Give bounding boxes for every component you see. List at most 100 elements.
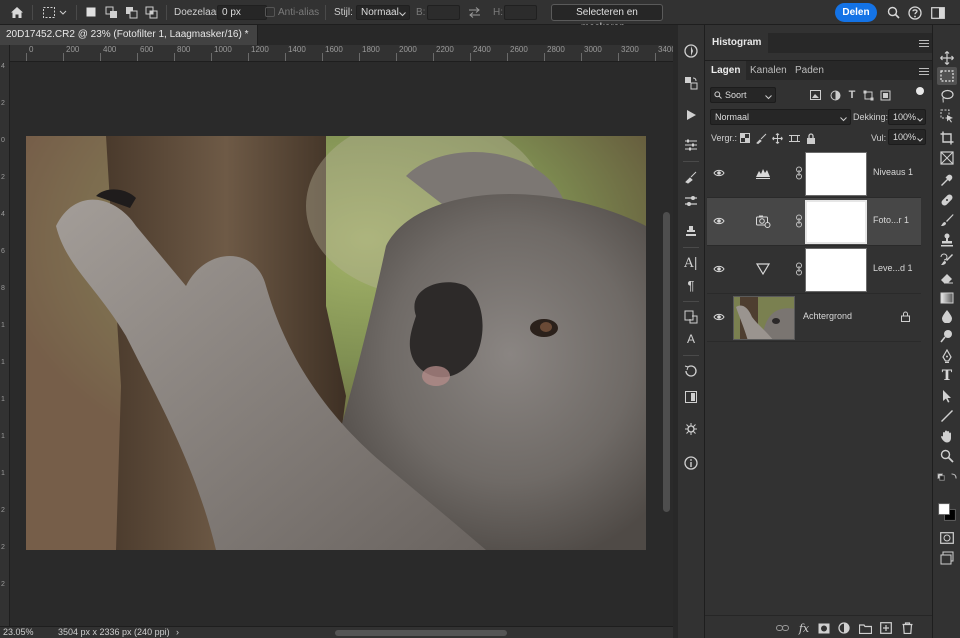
pen-tool-icon[interactable]: [937, 347, 957, 365]
layer-row-background[interactable]: Achtergrond: [707, 294, 921, 342]
paragraph-icon[interactable]: ¶: [681, 275, 701, 295]
screen-mode-icon[interactable]: [937, 549, 957, 567]
document-tab[interactable]: 20D17452.CR2 @ 23% (Fotofilter 1, Laagma…: [0, 25, 258, 45]
layer-row-levels[interactable]: Niveaus 1: [707, 150, 921, 198]
add-mask-icon[interactable]: [817, 621, 831, 635]
filter-adjustment-icon[interactable]: [829, 89, 841, 101]
crop-tool-icon[interactable]: [937, 129, 957, 147]
share-button[interactable]: Delen: [835, 3, 877, 22]
rectangular-marquee-tool-icon[interactable]: [937, 67, 957, 85]
filter-pixel-icon[interactable]: [809, 89, 821, 101]
info-icon[interactable]: [681, 453, 701, 473]
filter-type-icon[interactable]: T: [846, 89, 858, 101]
panel-menu-icon[interactable]: [919, 40, 929, 48]
tab-channels[interactable]: Kanalen: [744, 61, 793, 81]
mask-link-icon[interactable]: [795, 213, 803, 229]
search-icon[interactable]: [884, 4, 902, 21]
visibility-eye-icon[interactable]: [713, 311, 725, 323]
filter-toggle-icon[interactable]: [916, 87, 924, 95]
visibility-eye-icon[interactable]: [713, 167, 725, 179]
object-selection-tool-icon[interactable]: [937, 107, 957, 125]
3d-icon[interactable]: [681, 419, 701, 439]
gradient-tool-icon[interactable]: [937, 289, 957, 307]
lock-pixels-icon[interactable]: [755, 132, 767, 144]
feather-input[interactable]: 0 px: [217, 5, 267, 20]
new-group-icon[interactable]: [858, 621, 872, 635]
line-tool-icon[interactable]: [937, 407, 957, 425]
status-arrow-icon[interactable]: ›: [176, 627, 179, 637]
koala-photo[interactable]: [26, 136, 646, 550]
home-icon[interactable]: [8, 4, 26, 21]
history-brush-tool-icon[interactable]: [937, 251, 957, 269]
path-selection-tool-icon[interactable]: [937, 387, 957, 405]
visibility-eye-icon[interactable]: [713, 263, 725, 275]
style-select[interactable]: Normaal: [356, 5, 410, 20]
clone-stamp-tool-icon[interactable]: [937, 231, 957, 249]
delete-layer-icon[interactable]: [900, 621, 914, 635]
filter-shape-icon[interactable]: [862, 89, 874, 101]
help-icon[interactable]: [906, 4, 924, 21]
eraser-tool-icon[interactable]: [937, 269, 957, 287]
intersect-selection-icon[interactable]: [144, 5, 158, 19]
glyphs-icon[interactable]: [681, 387, 701, 407]
fill-input[interactable]: 100%: [888, 129, 926, 145]
fx-icon[interactable]: fx: [797, 621, 811, 635]
blur-tool-icon[interactable]: [937, 307, 957, 325]
layer-thumbnail[interactable]: [733, 296, 795, 340]
history-icon[interactable]: [681, 361, 701, 381]
hand-tool-icon[interactable]: [937, 427, 957, 445]
lock-icon[interactable]: [901, 311, 911, 323]
swap-dimensions-icon[interactable]: [467, 5, 481, 19]
new-layer-icon[interactable]: [879, 621, 893, 635]
visibility-eye-icon[interactable]: [713, 215, 725, 227]
lock-transparent-icon[interactable]: [739, 132, 751, 144]
lasso-tool-icon[interactable]: [937, 87, 957, 105]
eyedropper-tool-icon[interactable]: [937, 171, 957, 189]
layer-mask-thumbnail[interactable]: [805, 200, 867, 244]
new-adjustment-icon[interactable]: [837, 621, 851, 635]
layer-mask-thumbnail[interactable]: [805, 152, 867, 196]
lock-all-icon[interactable]: [805, 132, 817, 144]
layer-name[interactable]: Achtergrond: [803, 311, 852, 321]
healing-brush-tool-icon[interactable]: [937, 191, 957, 209]
move-tool-icon[interactable]: [937, 49, 957, 67]
layer-row-photo-filter[interactable]: Foto...r 1: [707, 198, 921, 246]
clone-source-icon[interactable]: [681, 221, 701, 241]
antialias-checkbox[interactable]: [265, 7, 275, 17]
layer-name[interactable]: Niveaus 1: [873, 167, 913, 177]
frame-tool-icon[interactable]: [937, 149, 957, 167]
layer-mask-thumbnail[interactable]: [805, 248, 867, 292]
dodge-tool-icon[interactable]: [937, 327, 957, 345]
character-styles-icon[interactable]: A: [681, 329, 701, 349]
layer-name[interactable]: Leve...d 1: [873, 263, 913, 273]
marquee-tool-preset-icon[interactable]: [40, 4, 70, 21]
opacity-input[interactable]: 100%: [888, 109, 926, 125]
play-action-icon[interactable]: [681, 105, 701, 125]
workspace-icon[interactable]: [929, 4, 947, 21]
lock-position-icon[interactable]: [771, 132, 783, 144]
vertical-scrollbar-thumb[interactable]: [663, 212, 670, 512]
paragraph-styles-icon[interactable]: [681, 307, 701, 327]
panel-menu-icon[interactable]: [919, 68, 929, 76]
zoom-level[interactable]: 23.05%: [3, 627, 34, 637]
link-layers-icon[interactable]: [775, 621, 789, 635]
width-input[interactable]: [427, 5, 460, 20]
color-swatches-icon[interactable]: [937, 471, 957, 495]
foreground-background-color-icon[interactable]: [937, 499, 957, 525]
type-tool-icon[interactable]: T: [937, 367, 957, 385]
zoom-tool-icon[interactable]: [937, 447, 957, 465]
tab-layers[interactable]: Lagen: [705, 61, 747, 81]
adjustments-icon[interactable]: [681, 135, 701, 155]
layer-row-gradient-map[interactable]: Leve...d 1: [707, 246, 921, 294]
tab-paths[interactable]: Paden: [789, 61, 830, 81]
subtract-from-selection-icon[interactable]: [124, 5, 138, 19]
horizontal-scrollbar-thumb[interactable]: [335, 630, 507, 636]
select-and-mask-button[interactable]: Selecteren en maskeren...: [551, 4, 663, 33]
tool-presets-icon[interactable]: [681, 191, 701, 211]
brush-settings-icon[interactable]: [681, 167, 701, 187]
blend-mode-select[interactable]: Normaal: [710, 109, 851, 125]
filter-smart-object-icon[interactable]: [879, 89, 891, 101]
navigator-icon[interactable]: [681, 41, 701, 61]
lock-artboard-icon[interactable]: [788, 132, 800, 144]
height-input[interactable]: [504, 5, 537, 20]
